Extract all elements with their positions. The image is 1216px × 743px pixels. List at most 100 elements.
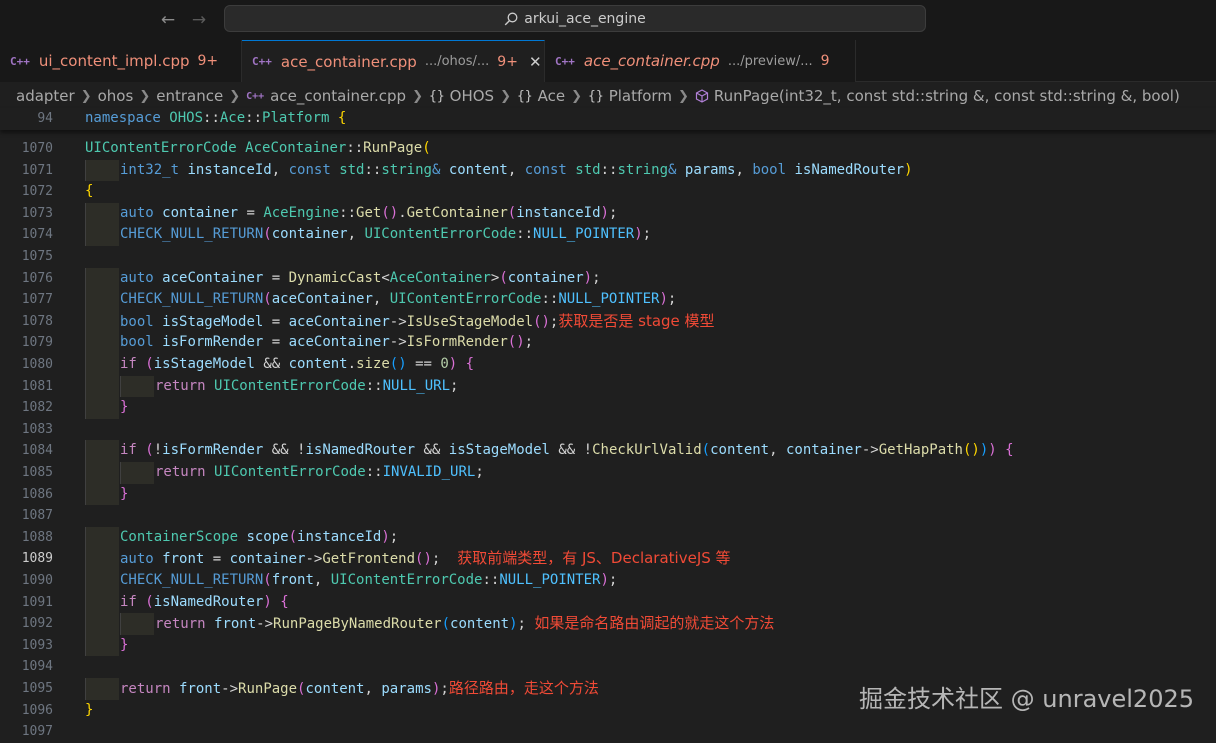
code-token: { — [85, 183, 94, 200]
indent-guide — [85, 570, 119, 592]
code-line[interactable]: 1097 — [0, 721, 1216, 743]
code-line[interactable]: 1072 { — [0, 181, 1216, 203]
indent-guide — [85, 440, 119, 462]
code-line[interactable]: 1094 — [0, 656, 1216, 678]
code-line[interactable]: 1089 auto front = container->GetFrontend(… — [0, 548, 1216, 570]
code-line[interactable]: 1078 bool isStageModel = aceContainer->Is… — [0, 310, 1216, 333]
indent-guide-line — [85, 483, 86, 506]
code-token: ) — [634, 226, 643, 243]
code-token: ) — [448, 356, 458, 372]
code-token: UIContentErrorCode — [214, 464, 366, 480]
code-token: -> — [861, 442, 879, 459]
breadcrumb-file[interactable]: ace_container.cpp — [270, 87, 406, 105]
code-token: container — [162, 204, 239, 221]
code-line[interactable]: 1085 return UIContentErrorCode::INVALID_U… — [0, 462, 1216, 484]
watermark: 掘金技术社区 @ unravel2025 — [859, 685, 1194, 713]
code-token: () — [389, 356, 407, 372]
code-line[interactable]: 1071 int32_t instanceId, const std::strin… — [0, 159, 1216, 182]
tab-ace-container-ohos[interactable]: C++ ace_container.cpp .../ohos/... 9+ ✕ — [242, 40, 545, 82]
code-text: auto container = AceEngine::Get().GetCon… — [120, 203, 617, 225]
indent-guide-line — [85, 310, 86, 333]
code-line[interactable]: 1073 auto container = AceEngine::Get().Ge… — [0, 202, 1216, 225]
code-token: instanceId — [516, 204, 601, 221]
code-token: Get — [356, 204, 382, 221]
code-token: auto — [120, 204, 154, 221]
code-token: IsUseStageModel — [406, 313, 534, 330]
arrow-right-icon[interactable]: → — [188, 9, 210, 31]
code-token: bool — [120, 334, 154, 351]
code-token: UIContentErrorCode — [214, 377, 366, 394]
indent-guide-line — [85, 613, 86, 635]
code-line[interactable]: 1092 return front->RunPageByNamedRouter(c… — [0, 613, 1216, 635]
command-center-search[interactable]: arkui_ace_engine — [224, 5, 926, 32]
breadcrumb-namespace[interactable]: Platform — [609, 87, 672, 105]
tab-ui-content-impl[interactable]: C++ ui_content_impl.cpp 9+ — [0, 40, 242, 82]
indent-guide — [85, 354, 119, 376]
annotation-note: 路径路由，走这个方法 — [448, 679, 599, 697]
code-token: () — [415, 551, 432, 568]
line-number: 1075 — [21, 249, 53, 264]
code-editor[interactable]: 94 namespace OHOS::Ace::Platform {1070 UIC… — [0, 108, 1216, 739]
code-line[interactable]: 1070 UIContentErrorCode AceContainer::Run… — [0, 138, 1216, 160]
code-text: } — [85, 700, 93, 722]
line-number: 1093 — [21, 637, 53, 653]
code-line[interactable]: 1081 return UIContentErrorCode::NULL_URL; — [0, 375, 1216, 398]
code-line[interactable]: 1076 auto aceContainer = DynamicCast<AceC… — [0, 267, 1216, 290]
indent-guide — [85, 526, 119, 549]
code-line[interactable]: 1077 CHECK_NULL_RETURN(aceContainer, UICo… — [0, 289, 1216, 311]
line-number: 1088 — [21, 529, 53, 545]
code-token: :: — [541, 291, 559, 308]
code-line[interactable]: 1084 if (!isFormRender && !isNamedRouter … — [0, 440, 1216, 462]
code-line[interactable]: 1082} — [0, 397, 1216, 419]
code-token: ; — [440, 681, 449, 697]
code-token: Platform — [262, 110, 330, 126]
indent-guide-line — [85, 375, 86, 398]
breadcrumb-folder[interactable]: ohos — [98, 87, 134, 105]
breadcrumb-namespace[interactable]: OHOS — [450, 87, 494, 105]
code-text: } — [120, 484, 128, 506]
code-line[interactable]: 1074 CHECK_NULL_RETURN(container, UIConte… — [0, 224, 1216, 246]
tab-ace-container-preview[interactable]: C++ ace_container.cpp .../preview/... 9 — [545, 40, 856, 82]
code-token: , — [347, 226, 365, 243]
code-token: GetHapPath — [878, 442, 963, 459]
tab-label: ace_container.cpp — [280, 52, 417, 71]
code-token: return — [155, 464, 206, 480]
code-token: CHECK_NULL_RETURN — [120, 572, 264, 588]
namespace-icon: {} — [516, 88, 533, 104]
line-number: 1081 — [21, 378, 53, 394]
breadcrumb-folder[interactable]: entrance — [156, 87, 223, 105]
code-line[interactable]: 1079 bool isFormRender = aceContainer->Is… — [0, 332, 1216, 354]
code-token: ( — [145, 593, 154, 610]
code-line[interactable]: 1090 CHECK_NULL_RETURN(front, UIContentEr… — [0, 570, 1216, 592]
code-token: ( — [422, 140, 431, 156]
code-line[interactable]: 1080 if (isStageModel && content.size() =… — [0, 354, 1216, 376]
breadcrumb-folder[interactable]: adapter — [16, 87, 75, 105]
arrow-left-icon[interactable]: ← — [157, 9, 179, 31]
code-line[interactable]: 1093} — [0, 634, 1216, 657]
code-text: namespace OHOS::Ace::Platform { — [85, 108, 346, 130]
breadcrumb-method[interactable]: RunPage(int32_t, const std::string &, co… — [714, 87, 1180, 105]
code-token: ( — [263, 291, 272, 308]
breadcrumb-namespace[interactable]: Ace — [538, 87, 565, 105]
indent-guide — [85, 267, 119, 290]
line-number: 1096 — [21, 702, 53, 718]
code-line[interactable]: 1088 ContainerScope scope(instanceId); — [0, 526, 1216, 549]
indent-guide — [85, 332, 119, 354]
code-token: && ! — [263, 442, 306, 459]
sticky-scroll-line[interactable]: 94 namespace OHOS::Ace::Platform { — [0, 108, 1216, 130]
code-token: :: — [482, 572, 500, 588]
code-line[interactable]: 1091 if (isNamedRouter) { — [0, 591, 1216, 614]
code-token: () — [963, 442, 980, 459]
line-number: 94 — [37, 111, 53, 126]
code-token: front — [179, 681, 222, 697]
code-line[interactable]: 1087 — [0, 505, 1216, 527]
code-text: bool isFormRender = aceContainer->IsForm… — [120, 332, 533, 354]
code-line[interactable]: 1083 — [0, 419, 1216, 441]
close-icon[interactable]: ✕ — [529, 53, 542, 71]
code-token: int32_t — [120, 161, 180, 178]
code-token: ; — [592, 269, 601, 286]
code-line[interactable]: 1086} — [0, 483, 1216, 506]
chevron-right-icon: ❯ — [677, 88, 689, 104]
code-line[interactable]: 1075 — [0, 246, 1216, 268]
